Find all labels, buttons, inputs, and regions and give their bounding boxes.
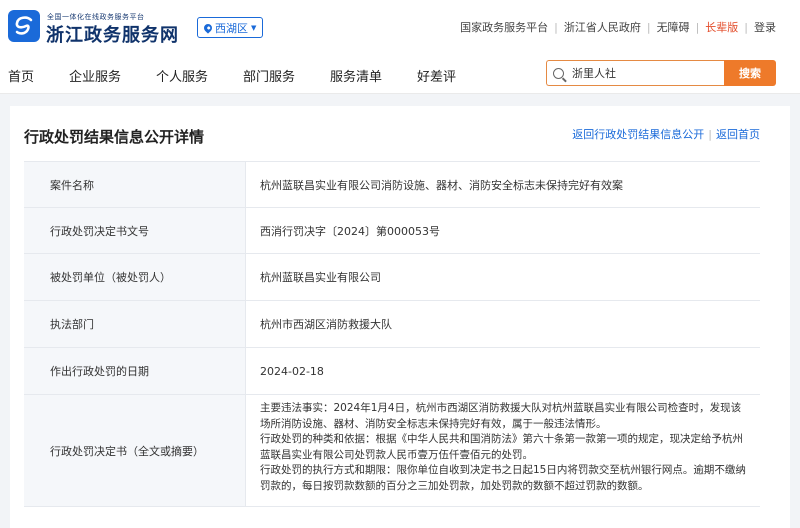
- table-row: 案件名称 杭州蓝联昌实业有限公司消防设施、器材、消防安全标志未保持完好有效案: [24, 162, 760, 208]
- row-label-case-name: 案件名称: [24, 162, 246, 207]
- table-row: 行政处罚决定书文号 西消行罚决字〔2024〕第000053号: [24, 208, 760, 254]
- link-national-platform[interactable]: 国家政务服务平台: [460, 19, 548, 35]
- site-header: 全国一体化在线政务服务平台 浙江政务服务网 西湖区 ▼ 国家政务服务平台 | 浙…: [0, 0, 800, 54]
- table-row: 被处罚单位（被处罚人） 杭州蓝联昌实业有限公司: [24, 254, 760, 301]
- region-label: 西湖区: [215, 21, 248, 35]
- back-links: 返回行政处罚结果信息公开 | 返回首页: [572, 126, 760, 142]
- nav-item-home[interactable]: 首页: [8, 66, 34, 85]
- nav-item-department[interactable]: 部门服务: [243, 66, 295, 85]
- divider: |: [744, 20, 748, 34]
- row-value-decision-number: 西消行罚决字〔2024〕第000053号: [260, 224, 440, 238]
- nav-item-personal[interactable]: 个人服务: [156, 66, 208, 85]
- row-value-penalized-party: 杭州蓝联昌实业有限公司: [260, 271, 381, 284]
- search-input[interactable]: [572, 66, 712, 80]
- nav-item-enterprise[interactable]: 企业服务: [69, 66, 121, 85]
- nav-item-service-list[interactable]: 服务清单: [330, 66, 382, 85]
- decision-paragraph-facts: 主要违法事实：2024年1月4日，杭州市西湖区消防救援大队对杭州蓝联昌实业有限公…: [260, 402, 742, 430]
- location-pin-icon: [202, 21, 214, 34]
- caret-down-icon: ▼: [251, 23, 257, 32]
- search-button[interactable]: 搜索: [724, 60, 776, 86]
- search-icon: [553, 67, 564, 79]
- link-accessibility[interactable]: 无障碍: [657, 19, 690, 35]
- back-to-list-link[interactable]: 返回行政处罚结果信息公开: [572, 128, 704, 141]
- table-row: 行政处罚决定书（全文或摘要） 主要违法事实：2024年1月4日，杭州市西湖区消防…: [24, 395, 760, 507]
- table-row: 执法部门 杭州市西湖区消防救援大队: [24, 301, 760, 348]
- divider: |: [708, 128, 712, 141]
- site-logo-icon[interactable]: [8, 10, 40, 42]
- link-login[interactable]: 登录: [754, 19, 776, 35]
- back-to-home-link[interactable]: 返回首页: [716, 128, 760, 141]
- link-elder-mode[interactable]: 长辈版: [705, 19, 738, 35]
- detail-table: 案件名称 杭州蓝联昌实业有限公司消防设施、器材、消防安全标志未保持完好有效案 行…: [24, 161, 760, 507]
- brand-name[interactable]: 浙江政务服务网: [46, 21, 179, 47]
- table-row: 作出行政处罚的日期 2024-02-18: [24, 348, 760, 395]
- row-label-enforcement-dept: 执法部门: [24, 301, 246, 347]
- divider: |: [554, 20, 558, 34]
- row-label-decision-number: 行政处罚决定书文号: [24, 208, 246, 253]
- row-label-decision-text: 行政处罚决定书（全文或摘要）: [24, 395, 246, 506]
- divider: |: [695, 20, 700, 34]
- row-value-enforcement-dept: 杭州市西湖区消防救援大队: [260, 318, 392, 331]
- row-value-decision-text: 主要违法事实：2024年1月4日，杭州市西湖区消防救援大队对杭州蓝联昌实业有限公…: [246, 395, 760, 506]
- search-box: [546, 60, 724, 86]
- decision-paragraph-execution: 行政处罚的执行方式和期限：限你单位自收到决定书之日起15日内将罚款交至杭州银行网…: [260, 464, 746, 492]
- region-selector[interactable]: 西湖区 ▼: [197, 17, 264, 38]
- link-provincial-government[interactable]: 浙江省人民政府: [564, 19, 641, 35]
- divider: |: [646, 20, 651, 34]
- row-value-case-name: 杭州蓝联昌实业有限公司消防设施、器材、消防安全标志未保持完好有效案: [260, 178, 623, 192]
- page-title: 行政处罚结果信息公开详情: [24, 128, 205, 146]
- decision-paragraph-basis: 行政处罚的种类和依据：根据《中华人民共和国消防法》第六十条第一款第一项的规定，现…: [260, 433, 743, 461]
- row-value-penalty-date: 2024-02-18: [260, 364, 324, 378]
- top-links: 国家政务服务平台 | 浙江省人民政府 | 无障碍 | 长辈版 | 登录: [460, 19, 776, 35]
- row-label-penalized-party: 被处罚单位（被处罚人）: [24, 254, 246, 300]
- row-label-penalty-date: 作出行政处罚的日期: [24, 348, 246, 394]
- detail-panel: 行政处罚结果信息公开详情 返回行政处罚结果信息公开 | 返回首页 案件名称 杭州蓝联…: [10, 106, 790, 528]
- nav-item-evaluation[interactable]: 好差评: [417, 66, 456, 85]
